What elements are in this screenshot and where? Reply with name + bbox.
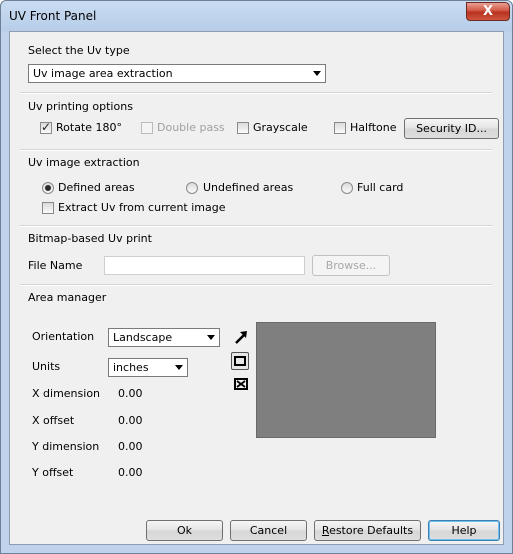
defined-areas-label: Defined areas (58, 181, 135, 194)
chevron-down-icon (313, 71, 321, 76)
help-button[interactable]: Help (428, 520, 500, 541)
extract-current-label: Extract Uv from current image (58, 201, 226, 214)
title-bar[interactable]: UV Front Panel X (1, 1, 512, 31)
double-pass-label: Double pass (157, 121, 225, 134)
close-button[interactable]: X (466, 2, 510, 21)
x-offset-value: 0.00 (118, 414, 143, 427)
uv-type-dropdown[interactable]: Uv image area extraction (28, 64, 326, 83)
file-name-label: File Name (28, 259, 83, 272)
separator (20, 284, 492, 286)
rotate-label: Rotate 180° (56, 121, 123, 134)
grayscale-checkbox[interactable] (237, 122, 249, 134)
cancel-button[interactable]: Cancel (230, 520, 307, 541)
full-card-label: Full card (357, 181, 404, 194)
browse-button[interactable]: Browse... (312, 255, 390, 276)
image-extraction-label: Uv image extraction (28, 156, 140, 169)
area-manager-label: Area manager (28, 291, 107, 304)
restore-defaults-button[interactable]: Restore Defaults (314, 520, 421, 541)
y-offset-label: Y offset (32, 466, 74, 479)
undefined-areas-label: Undefined areas (203, 181, 294, 194)
units-label: Units (32, 360, 61, 373)
y-dimension-value: 0.00 (118, 440, 143, 453)
restore-label: estore Defaults (329, 524, 414, 537)
halftone-label: Halftone (350, 121, 397, 134)
y-dimension-label: Y dimension (32, 440, 100, 453)
draw-rectangle-icon[interactable] (231, 352, 249, 370)
dialog-client-area: Select the Uv type Uv image area extract… (9, 31, 504, 545)
x-offset-label: X offset (32, 414, 75, 427)
rotate-checkbox[interactable] (40, 120, 52, 134)
undefined-areas-radio[interactable] (186, 182, 198, 194)
bitmap-print-label: Bitmap-based Uv print (28, 232, 152, 245)
units-selected-value: inches (113, 361, 149, 374)
full-card-radio[interactable] (341, 182, 353, 194)
extract-current-checkbox[interactable] (42, 202, 54, 214)
ok-button[interactable]: Ok (146, 520, 223, 541)
orientation-selected-value: Landscape (113, 331, 173, 344)
separator (20, 149, 492, 151)
delete-area-icon[interactable] (232, 375, 250, 393)
window-title: UV Front Panel (9, 9, 97, 23)
uv-front-panel-window: UV Front Panel X Select the Uv type Uv i… (0, 0, 513, 554)
uv-type-selected-value: Uv image area extraction (33, 67, 173, 80)
restore-accelerator: R (321, 524, 330, 537)
uv-type-label: Select the Uv type (28, 44, 130, 57)
chevron-down-icon (207, 335, 215, 340)
area-preview-canvas[interactable] (256, 322, 436, 438)
halftone-checkbox[interactable] (334, 122, 346, 134)
orientation-dropdown[interactable]: Landscape (108, 328, 220, 347)
file-name-input[interactable] (104, 256, 305, 275)
units-dropdown[interactable]: inches (108, 358, 188, 377)
select-arrow-icon[interactable] (232, 328, 250, 346)
separator (20, 225, 492, 227)
grayscale-label: Grayscale (253, 121, 308, 134)
y-offset-value: 0.00 (118, 466, 143, 479)
double-pass-checkbox[interactable] (141, 122, 153, 134)
x-dimension-label: X dimension (32, 387, 101, 400)
security-id-button[interactable]: Security ID... (404, 118, 499, 139)
defined-areas-radio[interactable] (42, 182, 54, 194)
chevron-down-icon (175, 365, 183, 370)
printing-options-label: Uv printing options (28, 100, 133, 113)
orientation-label: Orientation (32, 330, 95, 343)
x-dimension-value: 0.00 (118, 387, 143, 400)
separator (20, 92, 492, 94)
